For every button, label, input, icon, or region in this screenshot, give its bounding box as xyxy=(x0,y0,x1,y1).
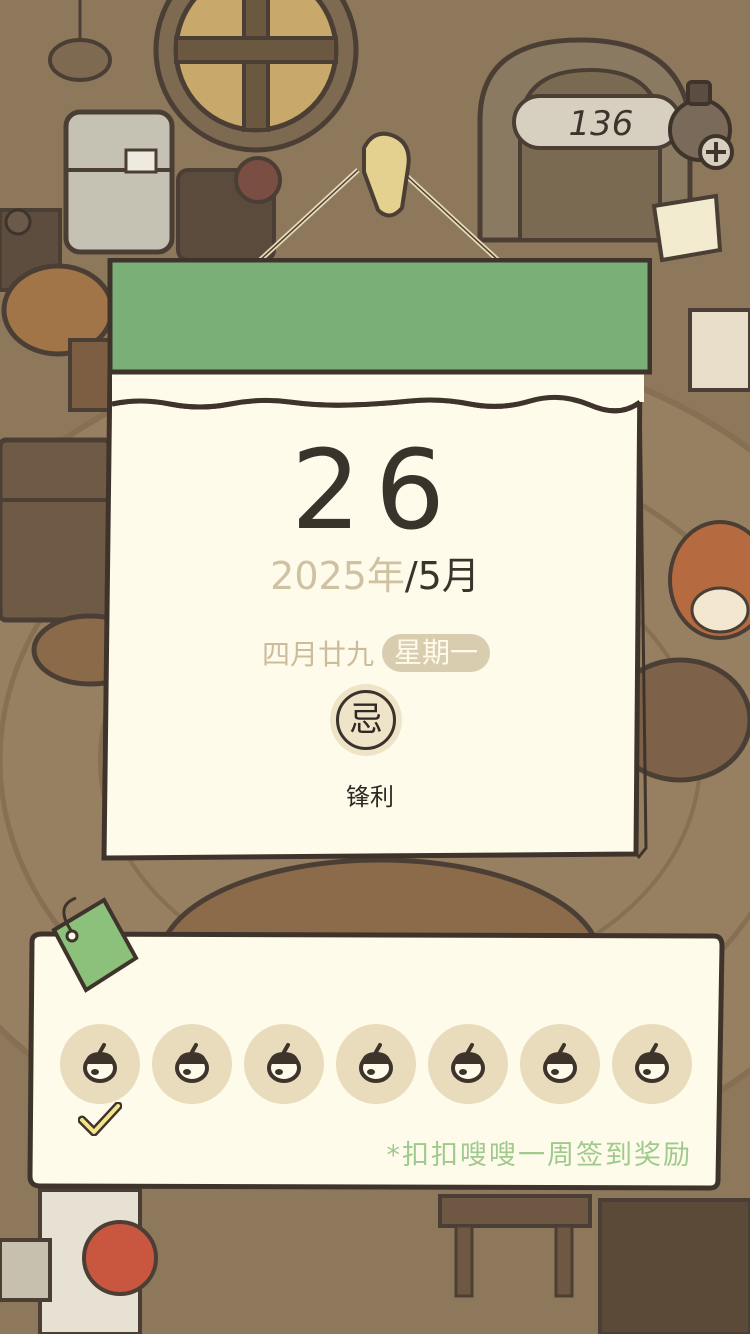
fridge xyxy=(63,109,175,255)
plus-icon[interactable] xyxy=(698,134,734,170)
signin-day-slot[interactable] xyxy=(520,1024,600,1104)
acorn-icon xyxy=(543,1043,577,1083)
signin-day-slot[interactable] xyxy=(152,1024,232,1104)
calendar-year: 2025年 xyxy=(270,554,405,598)
ji-item: 锋利 xyxy=(346,783,394,811)
calendar-hanger xyxy=(362,131,411,218)
ji-badge: 忌 xyxy=(330,684,402,756)
acorn-icon xyxy=(359,1043,393,1083)
acorn-count: 136 xyxy=(568,104,634,144)
lunar-date: 四月廿九 xyxy=(262,638,375,671)
acorn-counter[interactable]: 136 xyxy=(512,94,682,150)
calendar-month: /5月 xyxy=(404,554,480,598)
calendar-lunar-row: 四月廿九 星期一 xyxy=(262,632,491,674)
calendar-day-number: 26 xyxy=(291,426,459,554)
acorn-icon xyxy=(83,1043,117,1083)
signin-day-slot[interactable] xyxy=(612,1024,692,1104)
weekday-badge: 星期一 xyxy=(382,634,491,672)
signin-day-slot[interactable] xyxy=(428,1024,508,1104)
check-icon xyxy=(78,1102,122,1136)
acorn-icon xyxy=(451,1043,485,1083)
acorn-bag-icon[interactable] xyxy=(660,78,740,174)
calendar-year-month: 2025年/5月 xyxy=(0,552,750,600)
signin-day-slot[interactable] xyxy=(244,1024,324,1104)
signin-caption: *扣扣嗖嗖一周签到奖励 xyxy=(386,1140,692,1171)
acorn-icon xyxy=(267,1043,301,1083)
ji-label: 忌 xyxy=(349,700,383,740)
signin-day-slot[interactable] xyxy=(60,1024,140,1104)
acorn-icon xyxy=(635,1043,669,1083)
acorn-icon xyxy=(175,1043,209,1083)
signin-day-slot[interactable] xyxy=(336,1024,416,1104)
leaf-tag-icon xyxy=(51,896,139,993)
